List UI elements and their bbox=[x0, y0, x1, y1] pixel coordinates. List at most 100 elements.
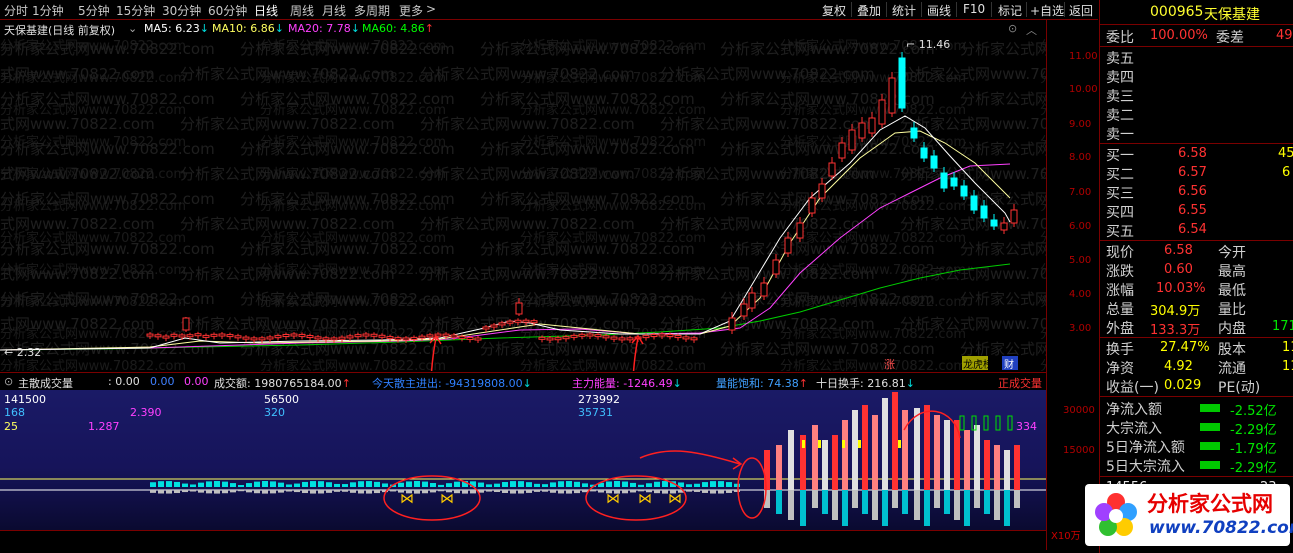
outer-value: 133.3万 bbox=[1150, 323, 1201, 338]
tab-intraday[interactable]: 分时 bbox=[4, 2, 28, 19]
ten-day-turnover-value: 十日换手: 216.81↓ bbox=[816, 377, 915, 390]
back-button[interactable]: 返回 bbox=[1069, 2, 1093, 19]
tab-monthly[interactable]: 月线 bbox=[322, 2, 346, 19]
volume-indicator-panel[interactable]: 141500 168 25 2.390 1.287 56500 320 2739… bbox=[0, 390, 1046, 530]
limit-up-badge[interactable]: 涨 bbox=[884, 358, 895, 371]
tab-more[interactable]: 更多 bbox=[399, 2, 423, 19]
butterfly-signal-icon: ⋈ bbox=[400, 491, 414, 507]
watermark-text: 分析家公式网www.70822.com bbox=[240, 90, 455, 108]
collapse-icon[interactable]: ︿ bbox=[1026, 22, 1037, 38]
tab-5min[interactable]: 5分钟 bbox=[78, 2, 110, 19]
more-arrow-icon[interactable]: > bbox=[426, 2, 436, 16]
add-favorite-button[interactable]: +自选 bbox=[1030, 2, 1064, 19]
volume-bar bbox=[726, 490, 732, 493]
candle bbox=[610, 336, 618, 340]
signal-marker bbox=[898, 440, 901, 448]
volume-bar bbox=[842, 420, 848, 490]
butterfly-signal-icon: ⋈ bbox=[668, 491, 682, 507]
volume-bar bbox=[334, 490, 340, 492]
watermark-text: 分析家公式网www.70822.com bbox=[480, 290, 695, 308]
bid2-volume: 6 bbox=[1282, 165, 1291, 180]
candle bbox=[338, 336, 346, 340]
dragon-tiger-badge[interactable]: 龙虎榜 bbox=[963, 358, 993, 371]
watermark-text: 分析家公式网www.70822.com bbox=[180, 315, 395, 333]
volume-bar bbox=[726, 482, 732, 487]
flower-logo-icon bbox=[1095, 493, 1137, 536]
candle bbox=[682, 336, 690, 340]
chevron-down-icon[interactable]: ⌄ bbox=[128, 22, 137, 35]
tab-weekly[interactable]: 周线 bbox=[290, 2, 314, 19]
tab-30min[interactable]: 30分钟 bbox=[162, 2, 201, 19]
candle bbox=[290, 333, 298, 337]
signal-marker bbox=[818, 440, 821, 448]
candle bbox=[796, 222, 804, 239]
volume-label: 总量 bbox=[1106, 302, 1134, 318]
volume-bar bbox=[294, 490, 300, 493]
candle bbox=[940, 172, 948, 189]
volume-bar bbox=[542, 490, 548, 492]
inner-label: 内盘 bbox=[1218, 321, 1246, 337]
candlestick-chart[interactable]: 分析家公式网www.70822.com 分析家公式网www.70822.com 分… bbox=[0, 38, 1046, 371]
indicator-title[interactable]: 主散成交量 bbox=[18, 375, 73, 391]
watermark-text: 分析家公式网www.70822.com bbox=[0, 65, 155, 83]
axis-tick: 7.00 bbox=[1069, 187, 1092, 198]
f10-button[interactable]: F10 bbox=[963, 2, 985, 16]
volume-bar bbox=[924, 405, 930, 490]
watermark-text: 分析家公式网www.70822.com bbox=[180, 265, 395, 283]
watermark-text: 分析家公式网www.70822.com bbox=[960, 290, 1046, 308]
change-pct-label: 涨幅 bbox=[1106, 283, 1134, 299]
tab-60min[interactable]: 60分钟 bbox=[208, 2, 247, 19]
settings-icon[interactable]: ⊙ bbox=[1008, 22, 1017, 35]
candle bbox=[910, 127, 918, 139]
volume-bar bbox=[590, 490, 596, 492]
watermark-text: 分析家公式网www.70822.com bbox=[240, 290, 455, 308]
candle bbox=[554, 337, 562, 341]
volume-bar bbox=[574, 481, 580, 487]
candle bbox=[146, 333, 154, 337]
volume-bar bbox=[214, 481, 220, 487]
capital-label: 股本 bbox=[1218, 342, 1246, 358]
candle bbox=[570, 334, 578, 338]
volume-bar bbox=[812, 425, 818, 490]
volume-bar bbox=[622, 490, 628, 494]
candle bbox=[690, 337, 698, 341]
tab-daily[interactable]: 日线 bbox=[254, 2, 278, 19]
volume-bar bbox=[686, 490, 692, 492]
candle bbox=[298, 333, 306, 337]
stats-button[interactable]: 统计 bbox=[892, 2, 916, 19]
candle bbox=[474, 337, 482, 341]
volume-bar bbox=[534, 490, 540, 492]
candle bbox=[362, 333, 370, 337]
watermark-text: 分析家公式网www.70822.com bbox=[0, 40, 215, 58]
volume-bar bbox=[764, 450, 770, 490]
price-value: 6.58 bbox=[1164, 243, 1193, 258]
tab-1min[interactable]: 1分钟 bbox=[32, 2, 64, 19]
candle bbox=[498, 322, 506, 326]
volume-bar bbox=[984, 490, 990, 514]
finance-badge[interactable]: 财 bbox=[1004, 358, 1014, 371]
draw-button[interactable]: 画线 bbox=[927, 2, 951, 19]
volume-bar bbox=[182, 490, 188, 493]
indicator-menu-icon[interactable]: ⊙ bbox=[4, 375, 13, 388]
volume-bar bbox=[174, 490, 180, 494]
logo-url: www.70822.com bbox=[1149, 518, 1293, 538]
volume-bar bbox=[470, 490, 476, 494]
signal-marker bbox=[1007, 415, 1013, 431]
candle bbox=[602, 335, 610, 339]
volume-bar bbox=[872, 415, 878, 490]
volume-bar bbox=[262, 481, 268, 487]
candle bbox=[848, 129, 856, 151]
tab-15min[interactable]: 15分钟 bbox=[116, 2, 155, 19]
volume-bar bbox=[206, 490, 212, 494]
candle bbox=[586, 333, 594, 337]
candle bbox=[346, 335, 354, 339]
saturation-value: 量能饱和: 74.38↑ bbox=[716, 377, 808, 390]
watermark-text: 分析家公式网www.70822.com bbox=[900, 315, 1046, 333]
adjust-button[interactable]: 复权 bbox=[822, 2, 846, 19]
overlay-button[interactable]: 叠加 bbox=[857, 2, 881, 19]
volume-bar bbox=[454, 481, 460, 487]
mark-button[interactable]: 标记 bbox=[998, 2, 1022, 19]
candle bbox=[728, 317, 736, 331]
volume-bar bbox=[710, 490, 716, 494]
tab-multi-period[interactable]: 多周期 bbox=[354, 2, 390, 19]
